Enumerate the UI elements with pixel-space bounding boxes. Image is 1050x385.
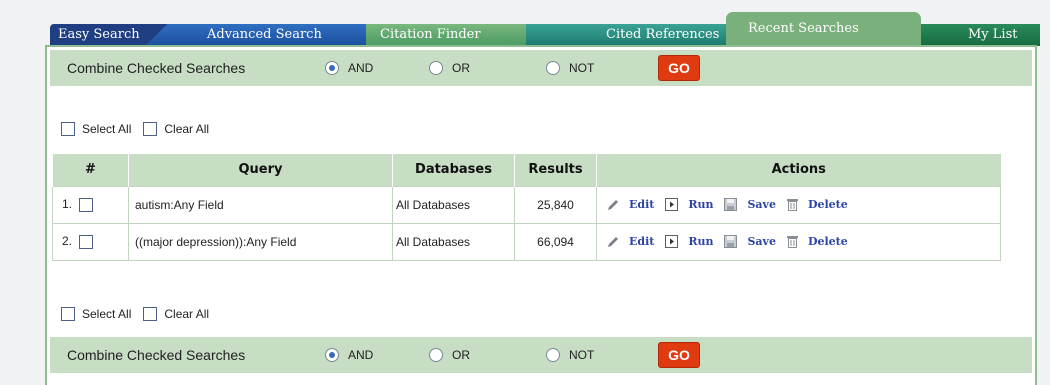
- actions-cell: Edit Run Save Delete: [596, 222, 1001, 261]
- select-all-checkbox[interactable]: [61, 122, 75, 136]
- tab-recent-searches[interactable]: Recent Searches: [726, 12, 921, 46]
- radio-circle[interactable]: [325, 348, 339, 362]
- recent-searches-table: # Query Databases Results Actions 1. aut…: [52, 154, 1001, 261]
- disk-icon: [724, 198, 738, 211]
- table-row: 2. ((major depression)):Any Field All Da…: [52, 222, 1001, 261]
- save-action[interactable]: Save: [724, 198, 776, 211]
- results-cell: 25,840: [514, 185, 597, 224]
- clear-all-label[interactable]: Clear All: [164, 307, 209, 321]
- search-tabs: Easy Search Advanced Search Citation Fin…: [50, 12, 1040, 46]
- select-all-label[interactable]: Select All: [82, 122, 131, 136]
- databases-cell: All Databases: [392, 185, 515, 224]
- play-icon: [665, 198, 679, 211]
- run-label: Run: [688, 198, 714, 211]
- delete-action[interactable]: Delete: [786, 235, 848, 248]
- delete-label: Delete: [807, 198, 848, 211]
- edit-action[interactable]: Edit: [607, 235, 654, 248]
- radio-circle[interactable]: [546, 348, 560, 362]
- combine-label: Combine Checked Searches: [67, 347, 246, 363]
- row-num-cell: 1.: [52, 185, 129, 224]
- row-num-cell: 2.: [52, 222, 129, 261]
- edit-label: Edit: [629, 235, 655, 248]
- radio-label: OR: [452, 348, 470, 362]
- combine-bar-bottom: Combine Checked Searches AND OR NOT GO: [50, 337, 1032, 373]
- radio-selected-dot: [329, 65, 335, 71]
- select-row-top: Select All Clear All: [61, 122, 221, 136]
- select-all-checkbox[interactable]: [61, 307, 75, 321]
- databases-cell: All Databases: [392, 222, 515, 261]
- clear-all-checkbox[interactable]: [143, 307, 158, 321]
- select-row-bottom: Select All Clear All: [61, 307, 221, 321]
- edit-label: Edit: [629, 198, 655, 211]
- radio-label: NOT: [569, 348, 595, 362]
- play-icon: [665, 235, 679, 248]
- combine-bar-top: Combine Checked Searches AND OR NOT GO: [50, 50, 1032, 86]
- header-query: Query: [128, 154, 393, 186]
- radio-label: AND: [348, 61, 374, 75]
- table-row: 1. autism:Any Field All Databases 25,840…: [52, 185, 1001, 224]
- delete-label: Delete: [807, 235, 848, 248]
- table-header-row: # Query Databases Results Actions: [52, 154, 1001, 186]
- radio-not-top[interactable]: NOT: [546, 61, 636, 75]
- run-action[interactable]: Run: [665, 235, 713, 248]
- radio-not-bottom[interactable]: NOT: [546, 348, 636, 362]
- radio-circle[interactable]: [429, 348, 443, 362]
- save-label: Save: [747, 235, 776, 248]
- run-label: Run: [688, 235, 714, 248]
- row-number: 2.: [62, 234, 73, 249]
- header-actions: Actions: [596, 154, 1001, 186]
- run-action[interactable]: Run: [665, 198, 713, 211]
- query-cell: ((major depression)):Any Field: [128, 222, 393, 261]
- clear-all-label[interactable]: Clear All: [164, 122, 209, 136]
- delete-action[interactable]: Delete: [786, 198, 848, 211]
- radio-circle[interactable]: [429, 61, 443, 75]
- save-label: Save: [747, 198, 776, 211]
- header-num: #: [52, 154, 129, 186]
- radio-label: OR: [452, 61, 470, 75]
- header-results: Results: [514, 154, 597, 186]
- tab-advanced-search[interactable]: Advanced Search: [145, 24, 370, 46]
- radio-or-top[interactable]: OR: [429, 61, 524, 75]
- tab-citation-finder[interactable]: Citation Finder: [366, 24, 541, 46]
- edit-action[interactable]: Edit: [607, 198, 654, 211]
- radio-circle[interactable]: [325, 61, 339, 75]
- tab-cited-references[interactable]: Cited References: [526, 24, 726, 46]
- results-cell: 66,094: [514, 222, 597, 261]
- radio-circle[interactable]: [546, 61, 560, 75]
- radio-label: NOT: [569, 61, 595, 75]
- select-all-label[interactable]: Select All: [82, 307, 131, 321]
- combine-label: Combine Checked Searches: [67, 60, 246, 76]
- radio-and-top[interactable]: AND: [325, 61, 407, 75]
- go-button-bottom[interactable]: GO: [658, 342, 700, 368]
- row-checkbox[interactable]: [79, 197, 94, 212]
- row-checkbox[interactable]: [79, 234, 94, 249]
- pencil-icon: [608, 199, 618, 210]
- clear-all-checkbox[interactable]: [143, 122, 158, 136]
- query-cell: autism:Any Field: [128, 185, 393, 224]
- tab-my-list[interactable]: My List: [908, 24, 1040, 46]
- recent-searches-panel: Combine Checked Searches AND OR NOT GO S…: [45, 45, 1037, 385]
- radio-or-bottom[interactable]: OR: [429, 348, 524, 362]
- radio-label: AND: [348, 348, 374, 362]
- trash-icon: [786, 199, 798, 211]
- radio-selected-dot: [329, 352, 335, 358]
- header-databases: Databases: [392, 154, 515, 186]
- radio-and-bottom[interactable]: AND: [325, 348, 407, 362]
- go-button-top[interactable]: GO: [658, 55, 700, 81]
- row-number: 1.: [62, 197, 73, 212]
- actions-cell: Edit Run Save Delete: [596, 185, 1001, 224]
- save-action[interactable]: Save: [724, 235, 776, 248]
- disk-icon: [724, 235, 738, 248]
- pencil-icon: [608, 236, 618, 247]
- trash-icon: [786, 236, 798, 248]
